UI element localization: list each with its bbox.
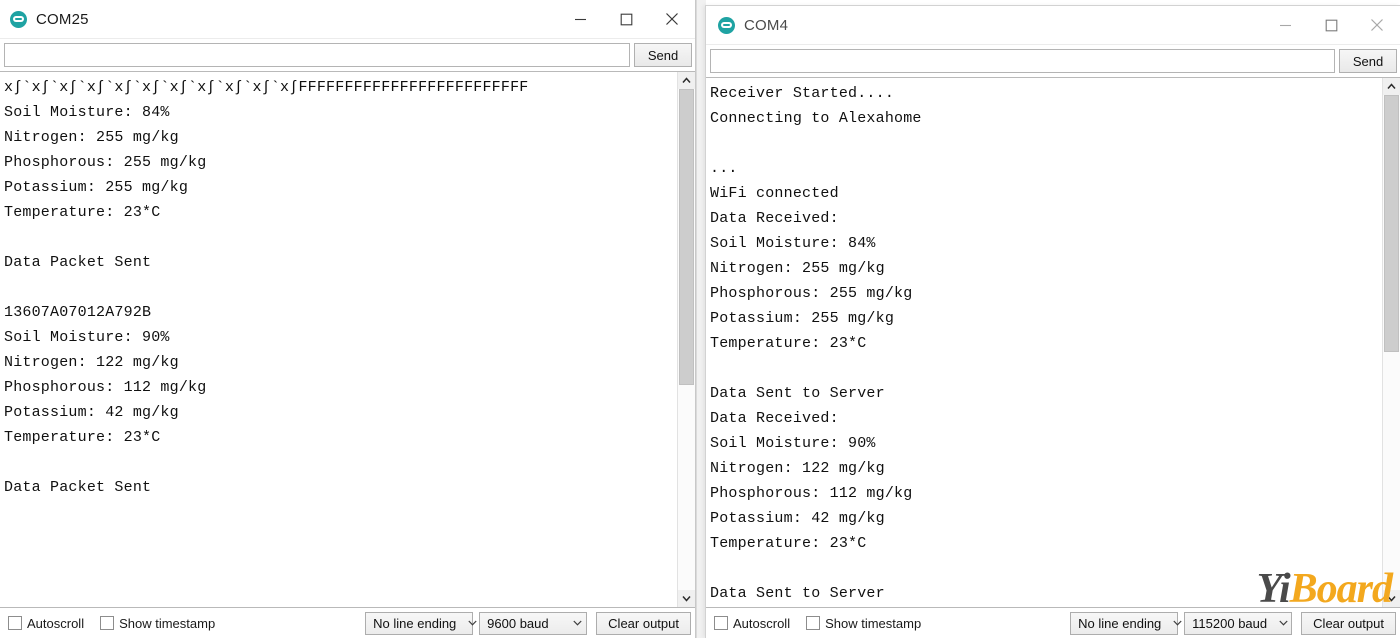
baud-rate-select[interactable]: 115200 baud [1184, 611, 1293, 635]
scrollbar-track[interactable] [678, 89, 695, 590]
send-row-com4: Send [706, 45, 1400, 77]
clear-output-button[interactable]: Clear output [1301, 611, 1396, 635]
close-icon[interactable] [1354, 6, 1400, 44]
checkbox-box-icon[interactable] [714, 616, 728, 630]
scrollbar-thumb[interactable] [1384, 95, 1399, 353]
line-ending-value: No line ending [1078, 615, 1162, 631]
send-row-com25: Send [0, 39, 695, 71]
send-button[interactable]: Send [1339, 49, 1397, 73]
console-area-com4: Receiver Started.... Connecting to Alexa… [706, 77, 1400, 608]
send-button[interactable]: Send [634, 43, 692, 67]
line-ending-select[interactable]: No line ending [365, 611, 477, 635]
clear-output-button[interactable]: Clear output [596, 611, 691, 635]
serial-send-input[interactable] [710, 49, 1335, 73]
line-ending-value: No line ending [373, 615, 457, 631]
show-timestamp-label: Show timestamp [825, 615, 922, 631]
show-timestamp-label: Show timestamp [119, 615, 216, 631]
baud-rate-value: 9600 baud [487, 615, 549, 631]
bottom-toolbar-com4: Autoscroll Show timestamp No line ending… [706, 608, 1400, 638]
autoscroll-label: Autoscroll [27, 615, 85, 631]
serial-monitor-window-com25[interactable]: COM25 Send x∫`x∫`x∫`x∫`x∫`x∫`x∫`x∫`x∫`x∫… [0, 0, 696, 638]
maximize-icon[interactable] [603, 0, 649, 38]
chevron-down-icon [1161, 620, 1182, 626]
titlebar-com4[interactable]: COM4 [706, 6, 1400, 45]
serial-output-text: Receiver Started.... Connecting to Alexa… [710, 85, 922, 602]
serial-output-com25[interactable]: x∫`x∫`x∫`x∫`x∫`x∫`x∫`x∫`x∫`x∫`x∫FFFFFFFF… [0, 72, 677, 607]
baud-rate-value: 115200 baud [1192, 615, 1268, 631]
serial-monitor-window-com4[interactable]: COM4 Send Receiver Started.... Connectin… [705, 5, 1400, 638]
maximize-icon[interactable] [1308, 6, 1354, 44]
autoscroll-label: Autoscroll [733, 615, 791, 631]
scrollbar-track[interactable] [1383, 95, 1400, 590]
line-ending-select[interactable]: No line ending [1070, 611, 1182, 635]
chevron-down-icon [456, 620, 477, 626]
scroll-down-arrow-icon[interactable] [1383, 590, 1400, 607]
window-controls [557, 0, 695, 38]
scroll-down-arrow-icon[interactable] [678, 590, 695, 607]
autoscroll-checkbox[interactable]: Autoscroll [8, 616, 84, 631]
vertical-scrollbar[interactable] [677, 72, 695, 607]
chevron-down-icon [561, 620, 582, 626]
show-timestamp-checkbox[interactable]: Show timestamp [100, 616, 215, 631]
checkbox-box-icon[interactable] [806, 616, 821, 630]
chevron-down-icon [1267, 620, 1288, 626]
scrollbar-thumb[interactable] [679, 89, 694, 385]
serial-output-text: x∫`x∫`x∫`x∫`x∫`x∫`x∫`x∫`x∫`x∫`x∫FFFFFFFF… [4, 79, 529, 496]
show-timestamp-checkbox[interactable]: Show timestamp [806, 616, 921, 631]
window-title: COM25 [36, 10, 89, 28]
baud-rate-select[interactable]: 9600 baud [479, 611, 588, 635]
minimize-icon[interactable] [557, 0, 603, 38]
autoscroll-checkbox[interactable]: Autoscroll [714, 616, 790, 631]
checkbox-box-icon[interactable] [100, 616, 115, 630]
window-controls [1262, 6, 1400, 44]
minimize-icon[interactable] [1262, 6, 1308, 44]
window-title: COM4 [744, 16, 789, 34]
serial-output-com4[interactable]: Receiver Started.... Connecting to Alexa… [706, 78, 1382, 607]
titlebar-com25[interactable]: COM25 [0, 0, 695, 39]
bottom-toolbar-com25: Autoscroll Show timestamp No line ending… [0, 608, 695, 638]
scroll-up-arrow-icon[interactable] [678, 72, 695, 89]
scroll-up-arrow-icon[interactable] [1383, 78, 1400, 95]
checkbox-box-icon[interactable] [8, 616, 22, 630]
console-area-com25: x∫`x∫`x∫`x∫`x∫`x∫`x∫`x∫`x∫`x∫`x∫FFFFFFFF… [0, 71, 695, 608]
serial-send-input[interactable] [4, 43, 630, 67]
arduino-serial-monitor-icon [10, 10, 27, 28]
vertical-scrollbar[interactable] [1382, 78, 1400, 607]
close-icon[interactable] [649, 0, 695, 38]
arduino-serial-monitor-icon [718, 16, 735, 34]
